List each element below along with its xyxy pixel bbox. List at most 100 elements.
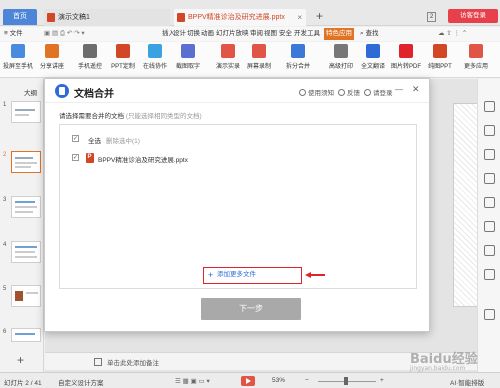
slide-thumbnail[interactable] [11, 196, 41, 218]
ribbon-label: 在线协作 [142, 64, 167, 70]
dialog-title: 文档合并 [74, 89, 114, 100]
menu-animation[interactable]: 动画 [201, 28, 214, 40]
properties-icon[interactable] [484, 101, 495, 112]
select-all-checkbox[interactable]: ✓ [72, 135, 79, 142]
menu-special-apps[interactable]: 特色应用 [324, 28, 354, 40]
delete-selected-button[interactable]: 删除选中(1) [106, 135, 140, 145]
record-icon [221, 44, 235, 58]
ppt-custom-button[interactable]: PPT定制 [107, 44, 139, 70]
slide-thumbnail-panel: 大纲 1 2 3 4 5 6 + [0, 79, 44, 372]
collab-button[interactable]: 在线协作 [139, 44, 171, 70]
feedback-link[interactable]: 反馈 [338, 87, 360, 97]
image-ppt-button[interactable]: 纯图PPT [424, 44, 456, 70]
menu-security[interactable]: 安全 [279, 28, 292, 40]
collab-icon [148, 44, 162, 58]
add-more-files-button[interactable]: + 添加更多文件 [203, 267, 302, 284]
close-icon[interactable]: × [297, 9, 302, 26]
slide-thumbnail[interactable] [11, 101, 41, 123]
phone-icon [83, 44, 97, 58]
screen-record-icon [252, 44, 266, 58]
file-checkbox[interactable]: ✓ [72, 154, 79, 161]
more-apps-button[interactable]: 更多应用 [460, 44, 492, 70]
file-list: ✓ 全选 删除选中(1) ✓ BPPV精准诊治及研究进展.pptx [59, 124, 417, 289]
select-all-label[interactable]: 全选 [88, 135, 101, 145]
zoom-out-icon[interactable]: − [305, 377, 309, 384]
window-count-badge[interactable]: 2 [427, 12, 436, 22]
view-mode-icons[interactable]: ☰ ▦ ▣ ▭ ▾ [175, 377, 210, 385]
theme-name[interactable]: 自定义设计方案 [58, 377, 104, 387]
shape-icon[interactable] [484, 149, 495, 160]
slide-thumbnail[interactable] [11, 328, 41, 342]
thumb-line [15, 162, 37, 164]
screenshot-icon [181, 44, 195, 58]
cast-to-phone-button[interactable]: 投屏至手机 [2, 44, 34, 70]
menu-file[interactable]: ≡ 文件 [4, 28, 23, 40]
chart-icon[interactable] [484, 245, 495, 256]
menu-view[interactable]: 视图 [264, 28, 277, 40]
cast-icon [11, 44, 25, 58]
animation-icon[interactable] [484, 173, 495, 184]
visitor-login-button[interactable]: 访客登录 [448, 9, 498, 23]
zoom-level[interactable]: 53% [272, 377, 285, 384]
ocr-button[interactable]: 截图取字 [172, 44, 204, 70]
user-icon [364, 89, 371, 96]
menu-devtools[interactable]: 开发工具 [294, 28, 320, 40]
menu-slideshow[interactable]: 幻灯片放映 [216, 28, 249, 40]
layout-icon[interactable] [484, 197, 495, 208]
slide-number: 2 [3, 152, 7, 158]
thumb-line [15, 157, 33, 159]
slide-thumbnail-selected[interactable] [11, 151, 41, 173]
login-link[interactable]: 请登录 [364, 87, 393, 97]
plus-icon: + [208, 270, 214, 280]
share-lecture-button[interactable]: 分享讲座 [36, 44, 68, 70]
menu-transition[interactable]: 切换 [187, 28, 200, 40]
ribbon-label: 手机遥控 [77, 64, 102, 70]
file-name[interactable]: BPPV精准诊治及研究进展.pptx [98, 154, 188, 164]
ppt-file-icon [86, 153, 94, 163]
help-link[interactable]: 使用须知 [299, 87, 334, 97]
thumb-line [15, 251, 35, 253]
zoom-in-icon[interactable]: + [380, 377, 384, 384]
advanced-print-button[interactable]: 高级打印 [325, 44, 357, 70]
slide-position: 幻灯片 2 / 41 [4, 380, 42, 387]
play-icon[interactable] [241, 376, 255, 386]
screen-record-button[interactable]: 屏幕录制 [243, 44, 275, 70]
menu-design[interactable]: 设计 [173, 28, 186, 40]
red-arrow-annotation [305, 272, 325, 278]
image-to-pdf-button[interactable]: 图片转PDF [390, 44, 422, 70]
window-controls[interactable]: ☁ ⇧ ⋮ ⌃ [438, 28, 467, 40]
quick-access-icons[interactable]: ▣ ▤ ⎙ ↶ ↷ ▾ [44, 28, 85, 40]
tab-doc1[interactable]: 演示文稿1 [44, 9, 170, 26]
help-icon[interactable] [484, 309, 495, 320]
image-ppt-icon [433, 44, 447, 58]
instruction-hint: (只能选择相同类型的文档) [125, 113, 202, 120]
image-icon[interactable] [484, 221, 495, 232]
zoom-slider-knob[interactable] [344, 377, 348, 385]
add-slide-button[interactable]: + [17, 353, 24, 367]
menu-review[interactable]: 审阅 [250, 28, 263, 40]
printer-icon [334, 44, 348, 58]
watermark-url: jingyan.baidu.com [410, 365, 466, 372]
settings-icon[interactable] [484, 269, 495, 280]
thumb-line [15, 109, 35, 111]
split-merge-button[interactable]: 拆分合并 [282, 44, 314, 70]
translate-button[interactable]: 全文翻译 [357, 44, 389, 70]
tab-ppt-file[interactable]: BPPV精准诊治及研究进展.pptx × [174, 9, 306, 26]
search-menu[interactable]: ⌕ 查找 [360, 28, 378, 40]
close-icon[interactable]: ✕ [412, 84, 420, 95]
phone-remote-button[interactable]: 手机遥控 [74, 44, 106, 70]
tab-outline[interactable]: 大纲 [24, 87, 37, 97]
ai-layout-button[interactable]: AI·智能排版 [450, 377, 484, 387]
minimize-icon[interactable]: — [395, 85, 403, 94]
next-step-button[interactable]: 下一步 [201, 298, 301, 320]
new-tab-button[interactable]: + [316, 9, 323, 23]
slide-number: 3 [3, 197, 7, 203]
slide-thumbnail[interactable] [11, 241, 41, 263]
dialog-header: 文档合并 使用须知 反馈 请登录 — ✕ [45, 79, 429, 103]
record-demo-button[interactable]: 演示实录 [212, 44, 244, 70]
slide-number: 6 [3, 329, 7, 335]
tab-home[interactable]: 首页 [3, 9, 37, 25]
add-more-label: 添加更多文件 [217, 271, 256, 278]
slide-thumbnail[interactable] [11, 285, 41, 307]
sparkle-icon[interactable] [484, 125, 495, 136]
